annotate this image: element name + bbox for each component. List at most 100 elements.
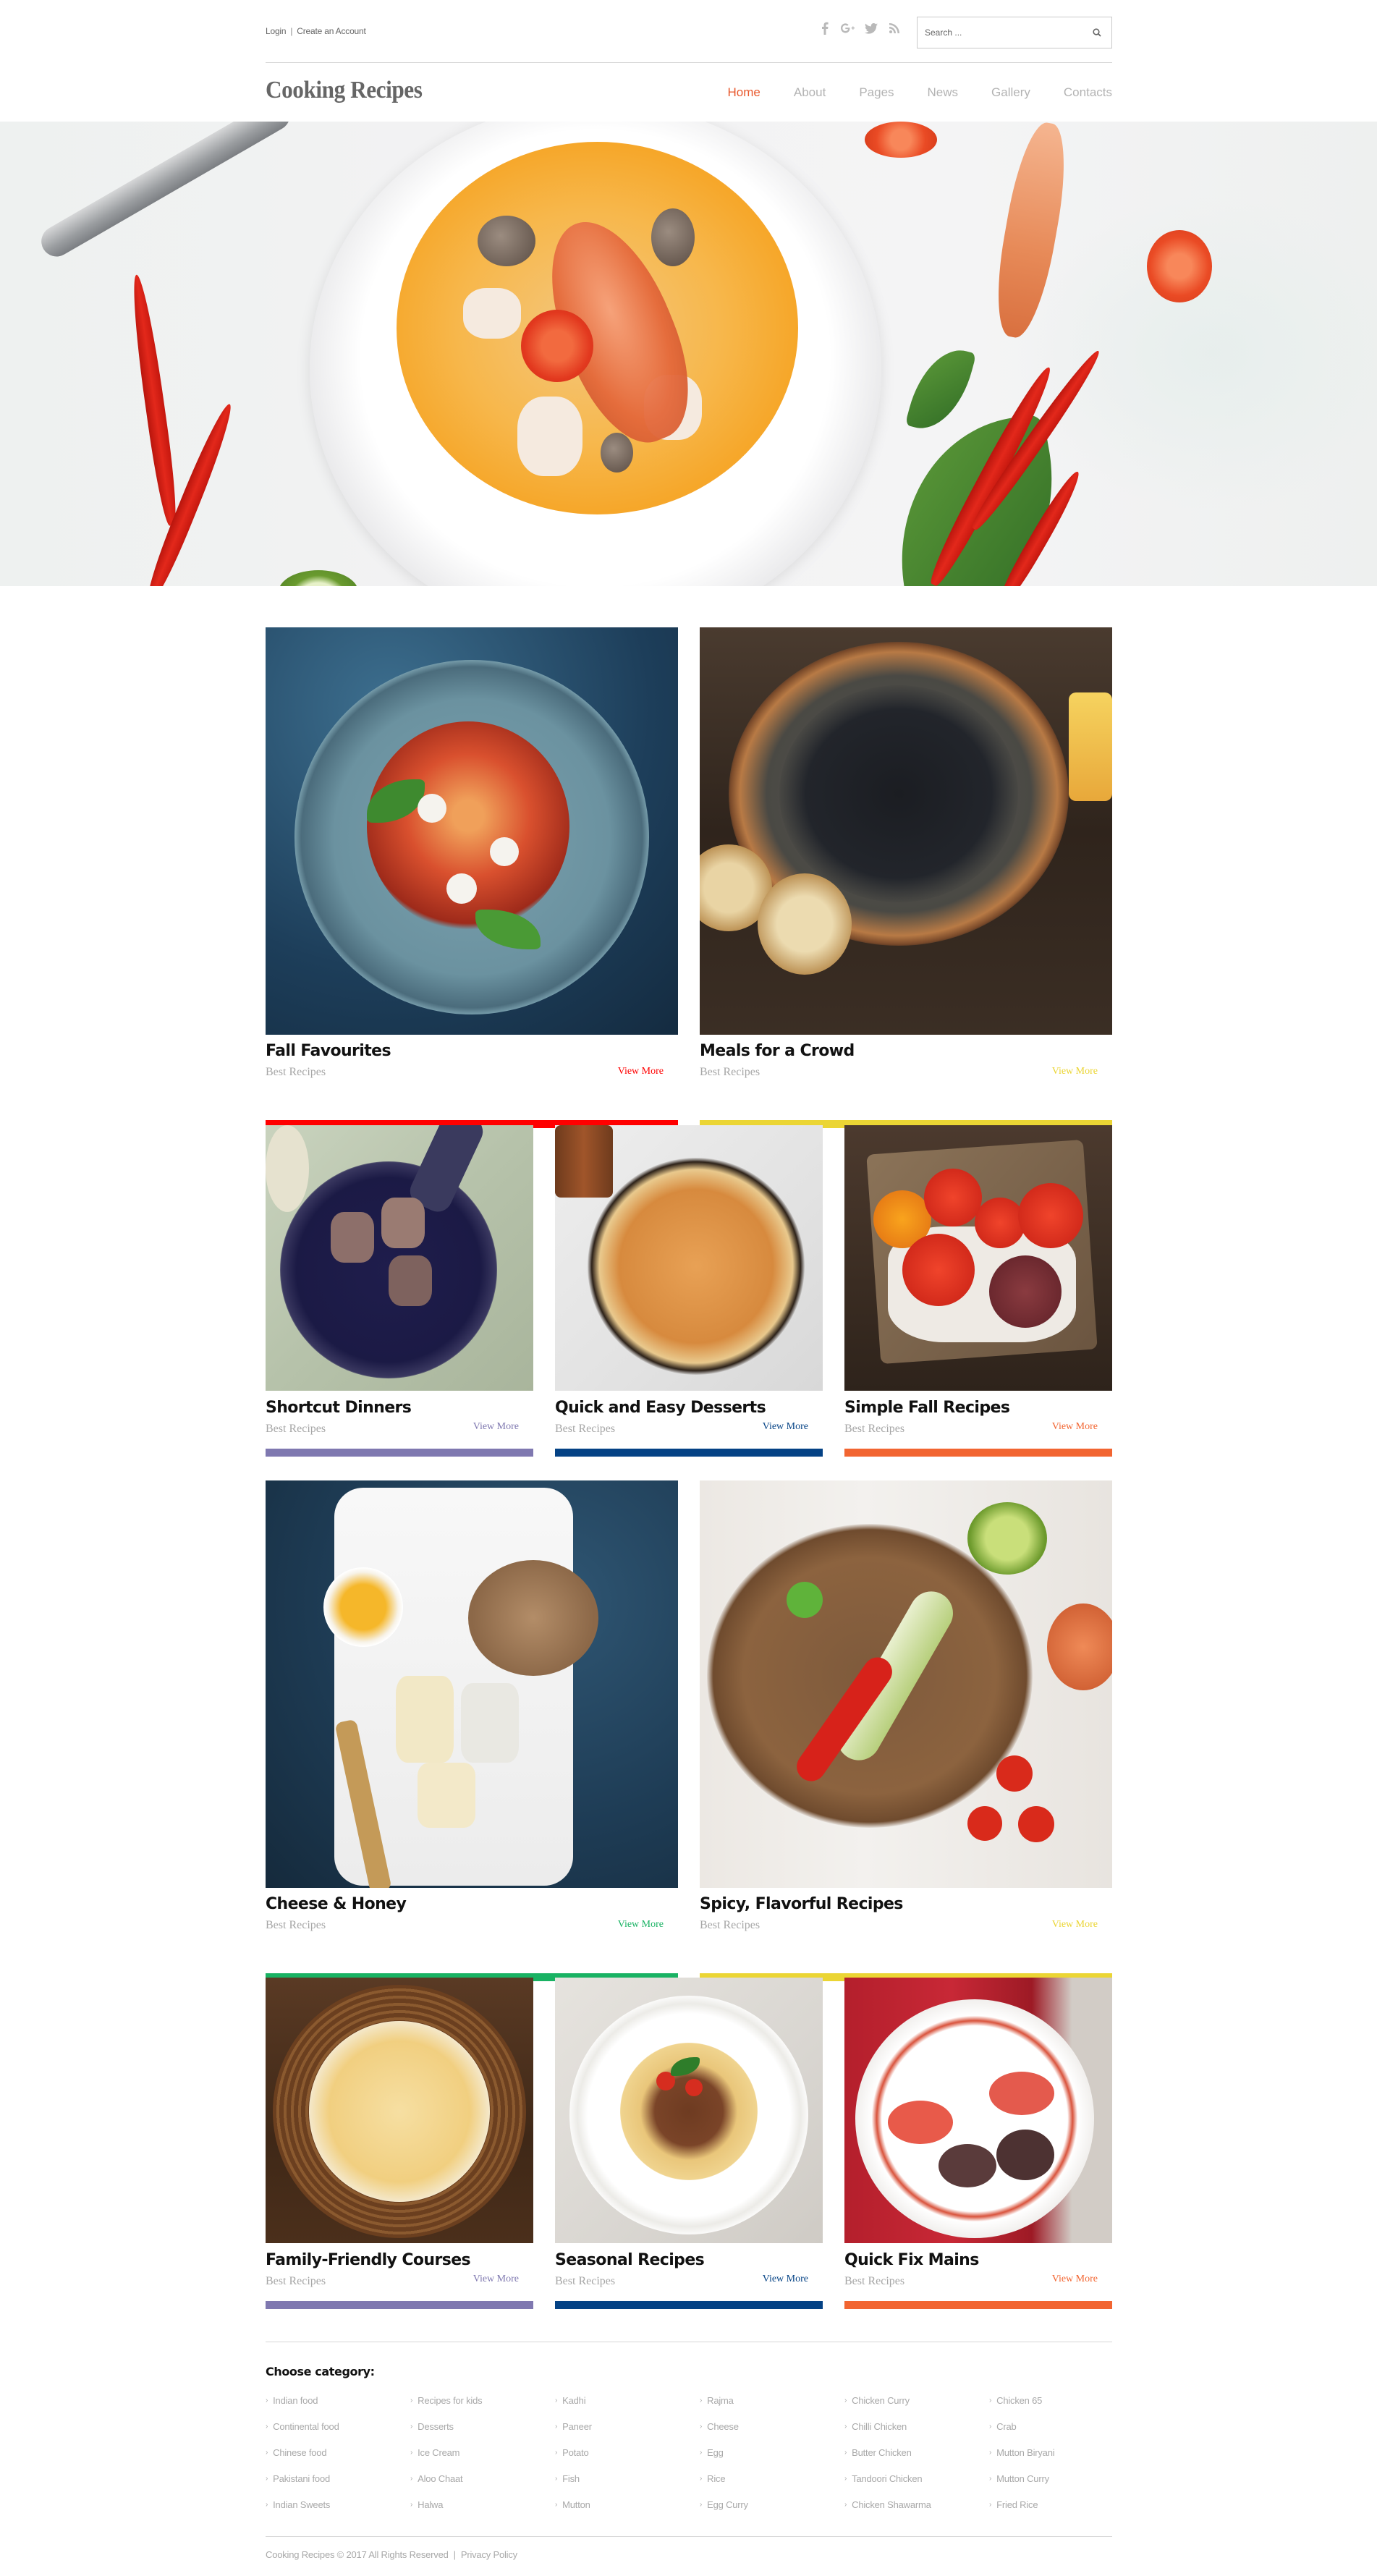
category-heading: Choose category: [266, 2365, 375, 2378]
category-label: Butter Chicken [852, 2447, 912, 2458]
category-link[interactable]: › Rajma [700, 2395, 844, 2421]
category-link[interactable]: › Fried Rice [989, 2499, 1134, 2525]
chevron-right-icon: › [410, 2501, 413, 2509]
recipe-image[interactable] [700, 627, 1112, 1035]
chevron-right-icon: › [266, 2501, 268, 2509]
category-link[interactable]: › Paneer [555, 2421, 700, 2447]
recipe-image[interactable] [266, 627, 678, 1035]
nav-gallery[interactable]: Gallery [991, 85, 1030, 100]
recipe-subtitle: Best Recipes [266, 1919, 326, 1931]
rss-icon[interactable] [887, 20, 902, 36]
category-link[interactable]: › Chicken Shawarma [844, 2499, 989, 2525]
category-link[interactable]: › Halwa [410, 2499, 555, 2525]
category-label: Crab [996, 2421, 1017, 2432]
chili-graphic [127, 273, 182, 528]
category-link[interactable]: › Continental food [266, 2421, 410, 2447]
view-more-link[interactable]: View More [1052, 1421, 1098, 1433]
category-link[interactable]: › Potato [555, 2447, 700, 2473]
search-button[interactable] [1082, 17, 1111, 48]
view-more-link[interactable]: View More [1052, 2274, 1098, 2285]
category-label: Halwa [418, 2499, 444, 2510]
nav-pages[interactable]: Pages [859, 85, 894, 100]
footer-divider [266, 2536, 1112, 2537]
category-link[interactable]: › Cheese [700, 2421, 844, 2447]
view-more-link[interactable]: View More [1052, 1919, 1098, 1931]
fish-graphic [517, 397, 582, 476]
view-more-link[interactable]: View More [1052, 1066, 1098, 1077]
category-label: Rajma [707, 2395, 734, 2406]
category-label: Potato [562, 2447, 589, 2458]
nav-home[interactable]: Home [728, 85, 760, 100]
chevron-right-icon: › [266, 2475, 268, 2483]
category-link[interactable]: › Chicken 65 [989, 2395, 1134, 2421]
view-more-link[interactable]: View More [473, 2274, 519, 2285]
view-more-link[interactable]: View More [618, 1919, 664, 1931]
category-link[interactable]: › Pakistani food [266, 2473, 410, 2499]
category-label: Chinese food [273, 2447, 327, 2458]
category-label: Chicken Curry [852, 2395, 910, 2406]
category-link[interactable]: › Egg Curry [700, 2499, 844, 2525]
site-logo[interactable]: Cooking Recipes [266, 77, 423, 104]
category-link[interactable]: › Fish [555, 2473, 700, 2499]
recipe-image[interactable] [266, 1480, 678, 1888]
category-link[interactable]: › Mutton Curry [989, 2473, 1134, 2499]
chevron-right-icon: › [700, 2397, 703, 2405]
privacy-policy-link[interactable]: Privacy Policy [461, 2549, 517, 2560]
recipe-image[interactable] [555, 1125, 823, 1391]
view-more-link[interactable]: View More [763, 1421, 808, 1433]
recipe-image[interactable] [844, 1978, 1112, 2243]
category-link[interactable]: › Desserts [410, 2421, 555, 2447]
category-link[interactable]: › Chicken Curry [844, 2395, 989, 2421]
category-link[interactable]: › Mutton [555, 2499, 700, 2525]
category-link[interactable]: › Recipes for kids [410, 2395, 555, 2421]
category-link[interactable]: › Crab [989, 2421, 1134, 2447]
nav-contacts[interactable]: Contacts [1064, 85, 1112, 100]
nav-about[interactable]: About [794, 85, 826, 100]
recipe-image[interactable] [266, 1978, 533, 2243]
view-more-link[interactable]: View More [763, 2274, 808, 2285]
category-link[interactable]: › Rice [700, 2473, 844, 2499]
create-account-link[interactable]: Create an Account [297, 26, 366, 36]
recipe-image[interactable] [844, 1125, 1112, 1391]
category-link[interactable]: › Indian food [266, 2395, 410, 2421]
category-link[interactable]: › Tandoori Chicken [844, 2473, 989, 2499]
category-link[interactable]: › Indian Sweets [266, 2499, 410, 2525]
nav-news[interactable]: News [928, 85, 959, 100]
category-link[interactable]: › Kadhi [555, 2395, 700, 2421]
tomato-graphic [1147, 230, 1212, 302]
login-link[interactable]: Login [266, 26, 287, 36]
view-more-link[interactable]: View More [473, 1421, 519, 1433]
recipe-image[interactable] [555, 1978, 823, 2243]
lime-leaf-graphic [904, 340, 977, 438]
category-link[interactable]: › Aloo Chaat [410, 2473, 555, 2499]
tomato-slice-graphic [521, 310, 593, 382]
recipe-title: Simple Fall Recipes [844, 1399, 1010, 1417]
chevron-right-icon: › [410, 2397, 413, 2405]
category-label: Fish [562, 2473, 580, 2484]
category-link[interactable]: › Butter Chicken [844, 2447, 989, 2473]
facebook-icon[interactable] [818, 20, 832, 36]
google-plus-icon[interactable] [841, 20, 855, 36]
recipe-image[interactable] [266, 1125, 533, 1391]
chevron-right-icon: › [555, 2423, 558, 2431]
category-link[interactable]: › Egg [700, 2447, 844, 2473]
search-icon [1093, 28, 1101, 37]
recipe-image[interactable] [700, 1480, 1112, 1888]
category-label: Egg Curry [707, 2499, 748, 2510]
view-more-link[interactable]: View More [618, 1066, 664, 1077]
twitter-icon[interactable] [864, 20, 878, 36]
category-column: › Rajma › Cheese › Egg › Rice › Egg Curry [700, 2395, 844, 2525]
recipe-subtitle: Best Recipes [844, 1423, 905, 1435]
recipe-title: Quick and Easy Desserts [555, 1399, 766, 1417]
category-label: Aloo Chaat [418, 2473, 463, 2484]
category-link[interactable]: › Chinese food [266, 2447, 410, 2473]
category-link[interactable]: › Ice Cream [410, 2447, 555, 2473]
search-input[interactable] [918, 17, 1082, 48]
chevron-right-icon: › [700, 2475, 703, 2483]
category-link[interactable]: › Mutton Biryani [989, 2447, 1134, 2473]
recipe-title: Family-Friendly Courses [266, 2251, 471, 2269]
chevron-right-icon: › [266, 2449, 268, 2457]
category-label: Desserts [418, 2421, 454, 2432]
category-label: Ice Cream [418, 2447, 460, 2458]
category-link[interactable]: › Chilli Chicken [844, 2421, 989, 2447]
